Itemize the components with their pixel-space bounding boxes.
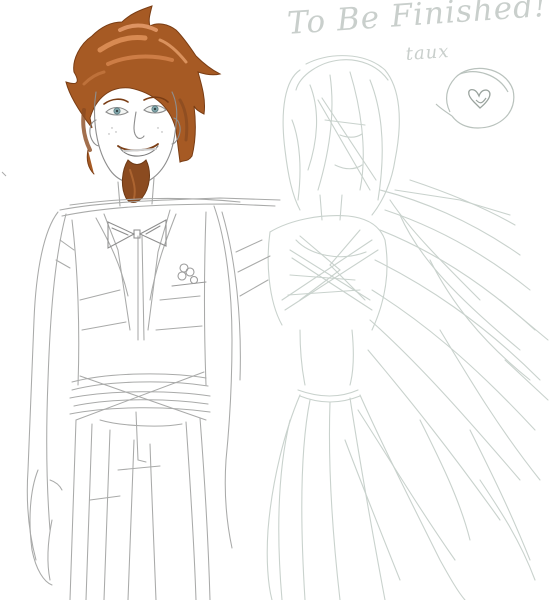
woman-figure <box>266 55 549 600</box>
bow-tie <box>107 219 167 249</box>
goatee <box>121 159 150 203</box>
sketch-artwork <box>1 5 549 600</box>
sketch-canvas: To Be Finished! taux <box>0 0 550 600</box>
suit <box>26 197 281 600</box>
hair <box>65 5 222 175</box>
artist-signature: taux <box>405 40 451 65</box>
heart-icon <box>468 88 491 109</box>
man-figure <box>26 5 281 600</box>
heart-speech-bubble <box>435 67 515 129</box>
pocket-flower <box>171 263 207 287</box>
